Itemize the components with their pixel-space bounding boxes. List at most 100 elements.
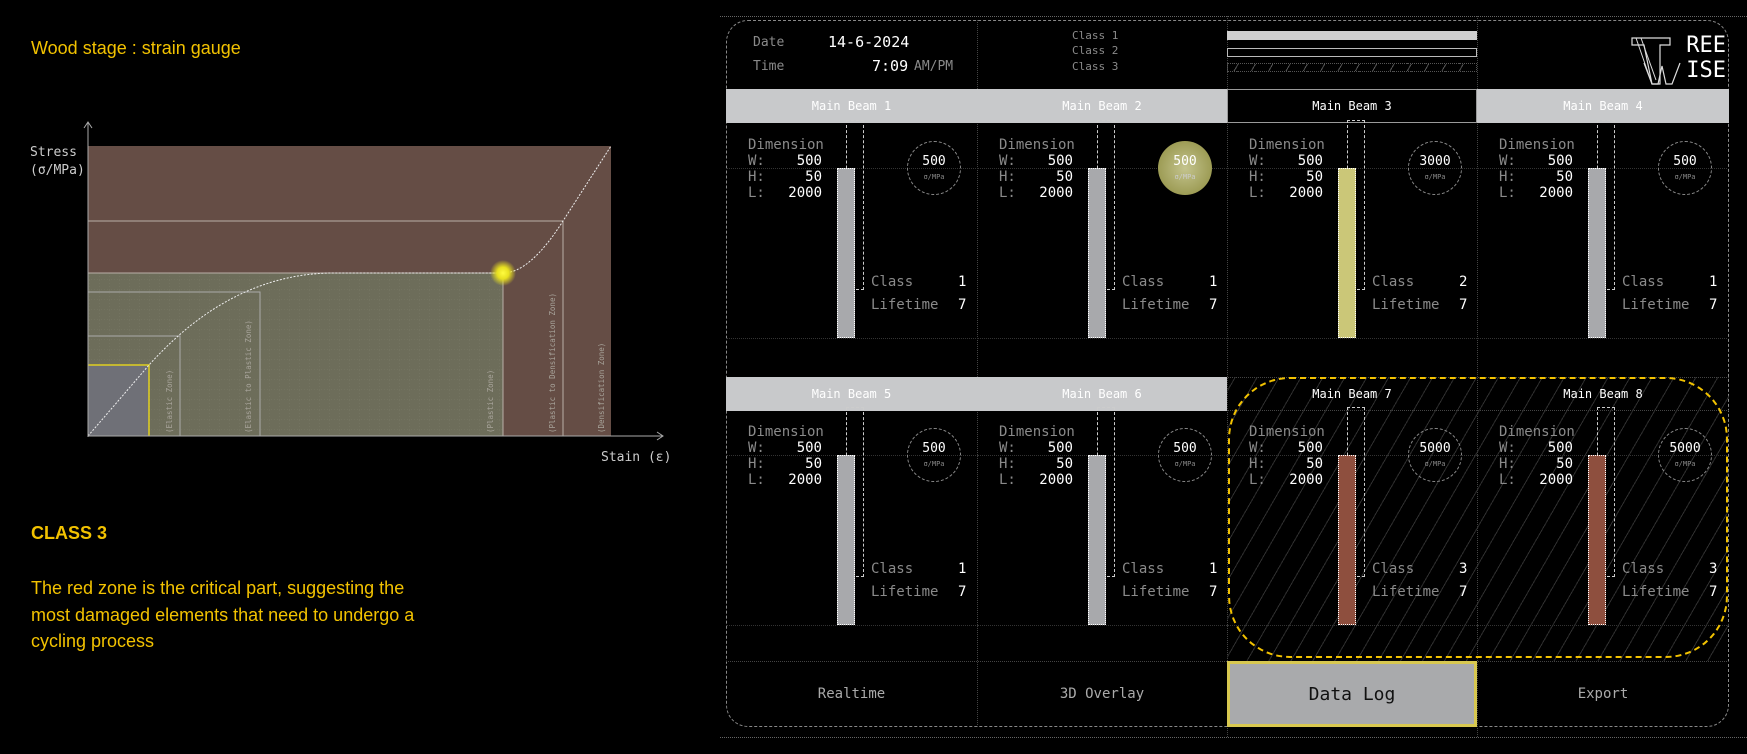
beam-name: Main Beam 1 xyxy=(811,99,892,113)
guide-line xyxy=(977,338,1227,339)
lifetime-value: 7 xyxy=(1709,297,1718,313)
beam-name: Main Beam 8 xyxy=(1563,387,1643,401)
stress-unit: σ/MPa xyxy=(1674,460,1696,468)
date-value: 14-6-2024 xyxy=(828,33,910,51)
beam-name: Main Beam 4 xyxy=(1563,99,1643,113)
dimension-label: Dimension xyxy=(748,424,824,440)
dimension-label: Dimension xyxy=(748,137,824,153)
beam-tab-6[interactable]: Main Beam 6 xyxy=(977,377,1227,411)
grid xyxy=(88,273,503,436)
length-value: 2000 xyxy=(1289,472,1323,488)
stress-gauge: 500 σ/MPa xyxy=(1158,428,1212,482)
height-value: 50 xyxy=(1056,456,1073,472)
height-value: 50 xyxy=(1556,169,1573,185)
stress-strain-chart: (Elastic Zone) (Elastic to Plastic Zone) (… xyxy=(30,121,671,465)
lifetime-value: 7 xyxy=(1709,584,1718,600)
export-button[interactable]: Export xyxy=(1477,661,1729,727)
description-line: most damaged elements that need to under… xyxy=(31,604,415,625)
beam-card-2[interactable]: Dimension W: H: L: 500 50 2000 500 σ/MPa… xyxy=(977,120,1227,373)
beam-tab-1[interactable]: Main Beam 1 xyxy=(726,89,977,123)
beam-tab-4[interactable]: Main Beam 4 xyxy=(1477,89,1729,123)
lifetime-label: Lifetime xyxy=(871,297,939,313)
w-label: W: xyxy=(1499,153,1516,169)
class-value: 1 xyxy=(1209,561,1218,577)
stress-value: 5000 xyxy=(1419,441,1451,456)
length-value: 2000 xyxy=(1539,472,1573,488)
current-state-marker xyxy=(490,260,516,286)
stress-gauge: 3000 σ/MPa xyxy=(1408,141,1462,195)
height-value: 50 xyxy=(1306,169,1323,185)
dimension-label: Dimension xyxy=(1499,137,1575,153)
x-axis-label: Stain (ε) xyxy=(601,450,671,465)
dimension-label: Dimension xyxy=(1249,137,1325,153)
beam-card-8[interactable]: Dimension W: H: L: 500 50 2000 5000 σ/MP… xyxy=(1477,407,1727,660)
width-value: 500 xyxy=(1297,440,1323,456)
stress-unit: σ/MPa xyxy=(1174,173,1196,181)
class-label: Class xyxy=(1122,561,1165,577)
beam-tab-5[interactable]: Main Beam 5 xyxy=(726,377,977,411)
zone-label: (Plastic to Densification Zone) xyxy=(548,293,557,433)
class-label: Class xyxy=(1372,561,1415,577)
length-value: 2000 xyxy=(788,185,822,201)
beam-card-5[interactable]: Dimension W: H: L: 500 50 2000 500 σ/MPa… xyxy=(726,407,976,660)
h-label: H: xyxy=(999,169,1016,185)
beam-tab-2[interactable]: Main Beam 2 xyxy=(977,89,1227,123)
dimension-label: Dimension xyxy=(999,424,1075,440)
legend-class-2-swatch xyxy=(1227,48,1477,57)
h-label: H: xyxy=(1499,456,1516,472)
class-label: Class xyxy=(1372,274,1415,290)
zone-label: (Plastic Zone) xyxy=(486,370,495,433)
y-axis-label: Stress xyxy=(30,145,77,160)
w-label: W: xyxy=(748,153,765,169)
beam-bar xyxy=(1588,168,1606,338)
length-value: 2000 xyxy=(1039,472,1073,488)
3d-overlay-button[interactable]: 3D Overlay xyxy=(977,661,1227,727)
zone-label: (Densification Zone) xyxy=(597,343,606,433)
w-label: W: xyxy=(999,440,1016,456)
beam-tab-8[interactable]: Main Beam 8 xyxy=(1477,377,1729,411)
lifetime-value: 7 xyxy=(1459,584,1468,600)
class-value: 1 xyxy=(1209,274,1218,290)
width-value: 500 xyxy=(796,153,822,169)
stress-value: 5000 xyxy=(1669,441,1701,456)
page-title: Wood stage : strain gauge xyxy=(31,38,241,58)
l-label: L: xyxy=(1499,472,1516,488)
width-value: 500 xyxy=(1047,153,1073,169)
height-value: 50 xyxy=(1306,456,1323,472)
description-line: cycling process xyxy=(31,631,155,651)
stress-gauge: 500 σ/MPa xyxy=(1158,141,1212,195)
dimension-label: Dimension xyxy=(999,137,1075,153)
beam-card-3[interactable]: Dimension W: H: L: 500 50 2000 3000 σ/MP… xyxy=(1227,120,1477,373)
class-label: Class xyxy=(1122,274,1165,290)
guide-line xyxy=(726,625,976,626)
class-value: 3 xyxy=(1709,561,1718,577)
l-label: L: xyxy=(748,472,765,488)
h-label: H: xyxy=(748,456,765,472)
beam-card-7[interactable]: Dimension W: H: L: 500 50 2000 5000 σ/MP… xyxy=(1227,407,1477,660)
stress-unit: σ/MPa xyxy=(1174,460,1196,468)
top-divider xyxy=(720,16,1747,17)
legend-class-2-label: Class 2 xyxy=(1072,44,1119,57)
stress-value: 500 xyxy=(1673,154,1697,169)
legend-class-3-swatch xyxy=(1227,63,1477,72)
guide-line xyxy=(1227,338,1477,339)
legend-class-3-label: Class 3 xyxy=(1072,60,1119,73)
beam-card-6[interactable]: Dimension W: H: L: 500 50 2000 500 σ/MPa… xyxy=(977,407,1227,660)
beam-tab-3[interactable]: Main Beam 3 xyxy=(1227,89,1477,123)
beam-name: Main Beam 7 xyxy=(1312,387,1392,401)
class-label: Class xyxy=(871,561,914,577)
zone-label: (Elastic Zone) xyxy=(165,370,174,433)
beam-card-4[interactable]: Dimension W: H: L: 500 50 2000 500 σ/MPa… xyxy=(1477,120,1727,373)
beam-bar xyxy=(1338,168,1356,338)
w-label: W: xyxy=(748,440,765,456)
stress-unit: σ/MPa xyxy=(923,173,945,181)
class-label: Class xyxy=(871,274,914,290)
legend-class-1-swatch xyxy=(1227,31,1477,40)
lifetime-label: Lifetime xyxy=(871,584,939,600)
h-label: H: xyxy=(999,456,1016,472)
date-label: Date xyxy=(753,35,785,50)
beam-card-1[interactable]: Dimension W: H: L: 500 50 2000 500 σ/MPa… xyxy=(726,120,976,373)
realtime-button[interactable]: Realtime xyxy=(726,661,977,727)
beam-tab-7[interactable]: Main Beam 7 xyxy=(1227,377,1477,411)
data-log-button[interactable]: Data Log xyxy=(1227,661,1477,727)
